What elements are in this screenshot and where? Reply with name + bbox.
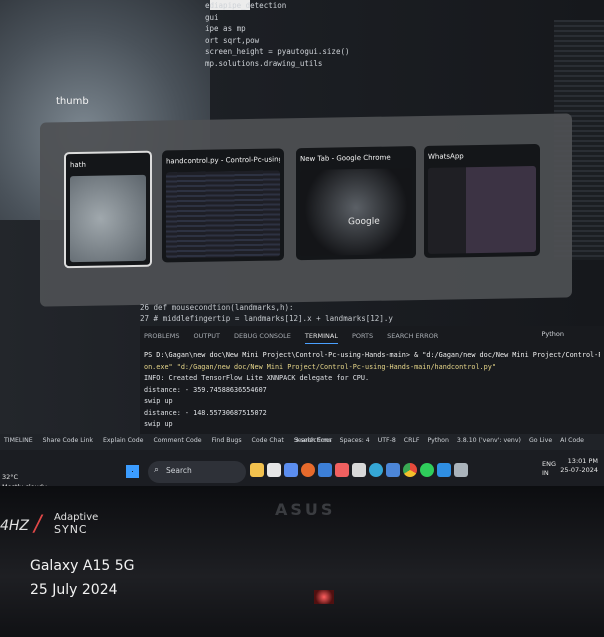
terminal-line: distance: - 148.55730687515072 bbox=[144, 408, 267, 417]
refresh-rate-label: 4HZ bbox=[0, 518, 30, 534]
status-go-live[interactable]: Go Live bbox=[529, 437, 552, 444]
tab-search-error[interactable]: SEARCH ERROR bbox=[387, 328, 438, 344]
tab-debug-console[interactable]: DEBUG CONSOLE bbox=[234, 328, 291, 344]
vscode-statusbar: TIMELINE Share Code Link Explain Code Co… bbox=[0, 434, 604, 450]
code-line: mp.solutions.drawing_utils bbox=[205, 58, 323, 68]
search-placeholder: Search bbox=[166, 466, 192, 475]
google-logo: Google bbox=[348, 216, 380, 228]
brand-logo: ASUS bbox=[275, 500, 336, 519]
switcher-window-hath[interactable]: hath bbox=[64, 150, 152, 269]
status-interpreter[interactable]: 3.8.10 ('venv': venv) bbox=[457, 437, 521, 444]
code-line: ipe as mp bbox=[205, 24, 246, 33]
hand-landmark-label: thumb bbox=[56, 96, 89, 107]
status-find-bugs[interactable]: Find Bugs bbox=[212, 437, 242, 444]
sync-text: SYNC bbox=[54, 523, 88, 536]
terminal-panel: PROBLEMS OUTPUT DEBUG CONSOLE TERMINAL P… bbox=[140, 326, 604, 436]
status-selections[interactable]: 3 selections bbox=[295, 437, 332, 444]
code-line: screen_height = pyautogui.size() bbox=[205, 47, 350, 56]
taskbar-search[interactable]: ⌕ Search bbox=[148, 461, 246, 483]
camera-date-watermark: 25 July 2024 bbox=[30, 582, 118, 598]
laptop-light-icon bbox=[314, 590, 334, 604]
chrome-icon[interactable] bbox=[403, 463, 417, 477]
weather-temp: 32°C bbox=[2, 473, 19, 481]
switcher-window-vscode[interactable]: handcontrol.py - Control-Pc-using-Hands-… bbox=[162, 148, 284, 263]
language-indicator[interactable]: ENG IN bbox=[542, 460, 556, 478]
whatsapp-icon[interactable] bbox=[420, 463, 434, 477]
status-timeline[interactable]: TIMELINE bbox=[4, 437, 33, 444]
terminal-output[interactable]: PS D:\Gagan\new doc\New Mini Project\Con… bbox=[144, 350, 600, 431]
status-ai-code[interactable]: AI Code bbox=[560, 437, 584, 444]
clock-time: 13:01 PM bbox=[567, 457, 598, 465]
code-line: ediapipe_detection bbox=[205, 1, 287, 10]
tab-ports[interactable]: PORTS bbox=[352, 328, 373, 344]
window-title: hath bbox=[70, 160, 86, 170]
lang-bottom: IN bbox=[541, 469, 549, 477]
vscode-icon[interactable] bbox=[437, 463, 451, 477]
file-explorer-icon[interactable] bbox=[250, 463, 264, 477]
status-share-code-link[interactable]: Share Code Link bbox=[43, 437, 93, 444]
system-clock[interactable]: 13:01 PM 25-07-2024 bbox=[560, 457, 598, 475]
terminal-line: distance: - 359.74588636554607 bbox=[144, 385, 267, 394]
status-encoding[interactable]: UTF-8 bbox=[378, 437, 396, 444]
terminal-line: INFO: Created TensorFlow Lite XNNPACK de… bbox=[144, 374, 370, 382]
firefox-icon[interactable] bbox=[301, 463, 315, 477]
status-eol[interactable]: CRLF bbox=[404, 437, 420, 444]
app-icon[interactable] bbox=[335, 463, 349, 477]
app-icon[interactable] bbox=[352, 463, 366, 477]
window-title: New Tab - Google Chrome bbox=[300, 153, 391, 164]
code-editor-top: ediapipe_detection gui ipe as mp ort sqr… bbox=[205, 0, 545, 125]
code-line: ort sqrt,pow bbox=[205, 35, 260, 45]
terminal-language[interactable]: Python bbox=[541, 330, 564, 338]
taskbar-apps bbox=[250, 463, 468, 477]
code-line: gui bbox=[205, 12, 219, 22]
window-title: handcontrol.py - Control-Pc-using-Hands-… bbox=[166, 154, 280, 166]
terminal-line: swip up bbox=[144, 397, 173, 405]
adaptive-sync-label: Adaptive SYNC bbox=[54, 512, 98, 536]
clock-date: 25-07-2024 bbox=[560, 466, 598, 474]
status-code-chat[interactable]: Code Chat bbox=[252, 437, 284, 444]
edge-icon[interactable] bbox=[369, 463, 383, 477]
windows-start-icon[interactable] bbox=[126, 465, 139, 478]
terminal-line: swip up bbox=[144, 420, 173, 428]
photo-frame: thumb ediapipe_detection gui ipe as mp o… bbox=[0, 0, 604, 637]
switcher-window-chrome[interactable]: New Tab - Google Chrome Google bbox=[296, 146, 416, 261]
switcher-window-whatsapp[interactable]: WhatsApp bbox=[424, 143, 540, 258]
code-line: 27 # middlefingertip = landmarks[12].x +… bbox=[140, 314, 393, 323]
tab-problems[interactable]: PROBLEMS bbox=[144, 328, 179, 344]
app-icon[interactable] bbox=[386, 463, 400, 477]
window-thumbnail bbox=[428, 165, 536, 254]
window-title: WhatsApp bbox=[428, 152, 464, 161]
alt-tab-switcher: hath handcontrol.py - Control-Pc-using-H… bbox=[40, 113, 572, 307]
tab-terminal[interactable]: TERMINAL bbox=[304, 328, 338, 344]
search-icon: ⌕ bbox=[154, 465, 160, 475]
app-icon[interactable] bbox=[318, 463, 332, 477]
status-comment-code[interactable]: Comment Code bbox=[153, 437, 201, 444]
terminal-line: on.exe" "d:/Gagan/new doc/New Mini Proje… bbox=[144, 362, 496, 371]
window-thumbnail bbox=[70, 174, 146, 263]
tab-output[interactable]: OUTPUT bbox=[193, 328, 220, 344]
app-icon[interactable] bbox=[454, 463, 468, 477]
status-language[interactable]: Python bbox=[427, 437, 448, 444]
lang-top: ENG bbox=[541, 460, 556, 468]
status-explain-code[interactable]: Explain Code bbox=[103, 437, 143, 444]
slash-mark: / bbox=[34, 512, 42, 537]
terminal-line: PS D:\Gagan\new doc\New Mini Project\Con… bbox=[144, 351, 600, 359]
camera-model-watermark: Galaxy A15 5G bbox=[30, 558, 135, 574]
app-icon[interactable] bbox=[284, 463, 298, 477]
panel-tabs: PROBLEMS OUTPUT DEBUG CONSOLE TERMINAL P… bbox=[144, 328, 438, 344]
task-view-icon[interactable] bbox=[267, 463, 281, 477]
code-line: 26 def mousecondtion(landmarks,h): bbox=[140, 303, 294, 312]
window-thumbnail: Google bbox=[300, 168, 412, 257]
status-spaces[interactable]: Spaces: 4 bbox=[340, 437, 370, 444]
window-thumbnail bbox=[166, 170, 280, 259]
